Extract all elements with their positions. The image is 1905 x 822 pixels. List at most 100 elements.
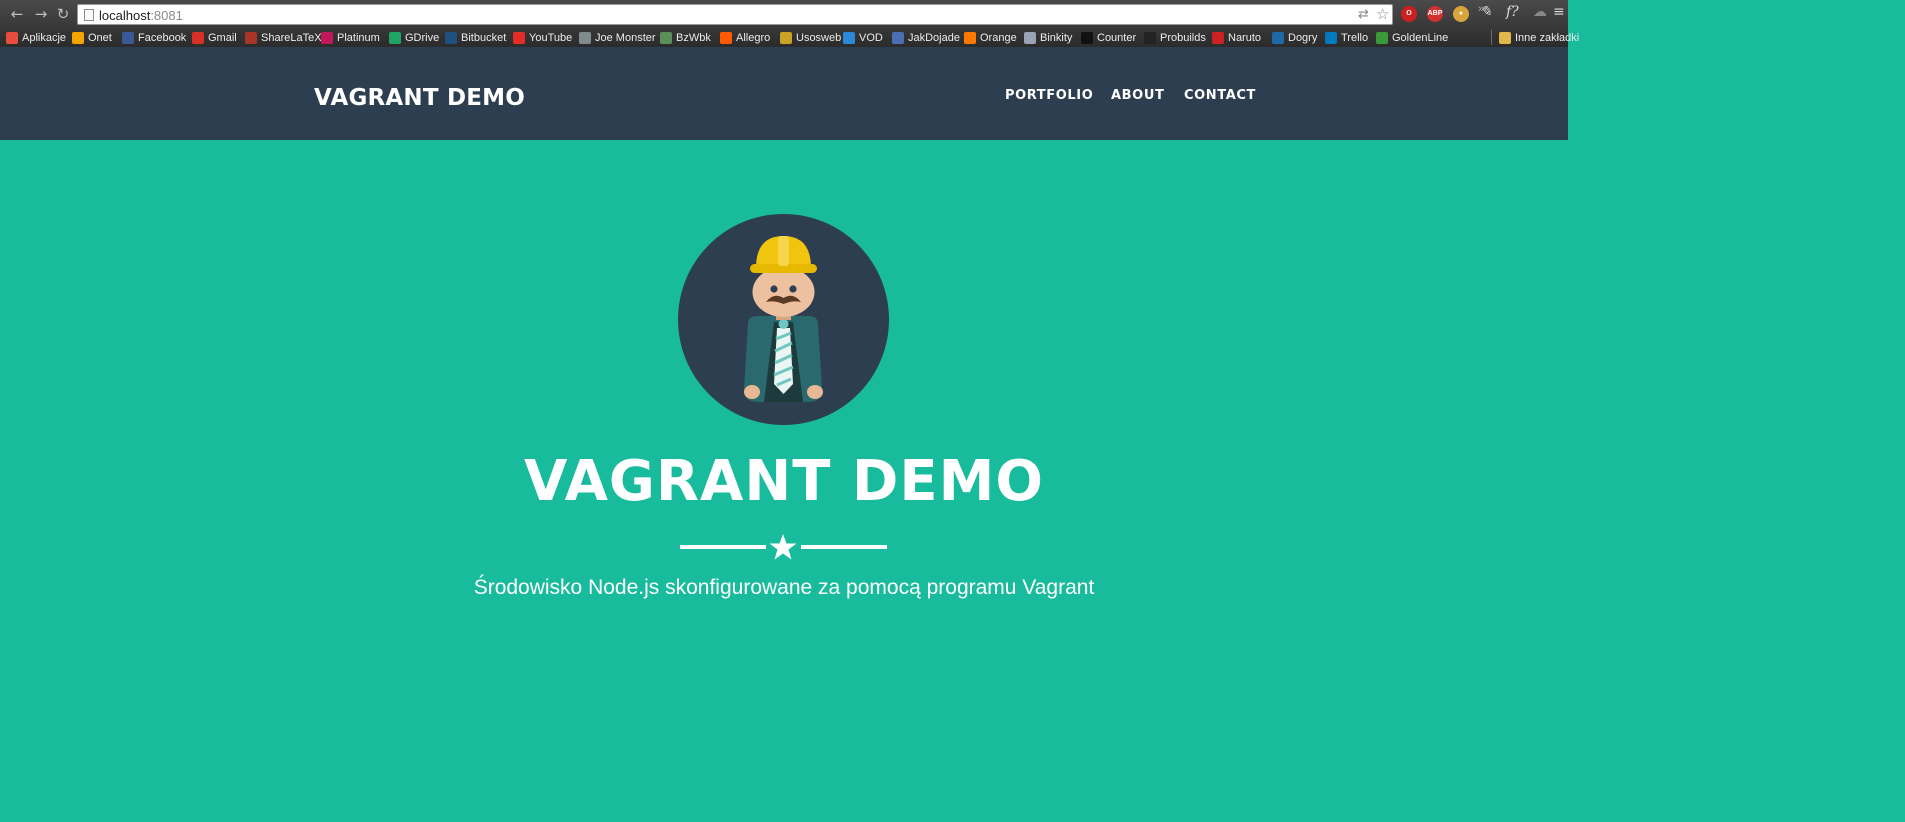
left-hand xyxy=(744,385,760,399)
bookmark-label: Platinum xyxy=(337,31,380,44)
usosweb-icon xyxy=(780,31,792,44)
bookmark-item[interactable]: GoldenLine xyxy=(1376,30,1448,45)
bookmark-label: VOD xyxy=(859,31,883,44)
bookmark-label: Dogry xyxy=(1288,31,1318,44)
divider-line-left xyxy=(680,545,766,549)
extension-bowl-icon[interactable]: ● xyxy=(1453,6,1469,22)
bookmark-label: GDrive xyxy=(405,31,440,44)
bookmark-item[interactable]: BzWbk xyxy=(660,30,711,45)
bookmark-item[interactable]: Allegro xyxy=(720,30,770,45)
bookmark-item[interactable]: Facebook xyxy=(122,30,186,45)
onet-icon xyxy=(72,31,84,44)
youtube-icon xyxy=(513,31,525,44)
bookmark-label: Aplikacje xyxy=(22,31,67,44)
bookmark-label: Naruto xyxy=(1228,31,1262,44)
jakdojade-icon xyxy=(892,31,904,44)
more-bookmarks-chevron-icon[interactable]: » xyxy=(1478,3,1484,15)
bookmark-label: YouTube xyxy=(529,31,573,44)
page-icon xyxy=(84,9,94,21)
bookmark-item[interactable]: GDrive xyxy=(389,30,439,45)
bookmark-item[interactable]: Bitbucket xyxy=(445,30,506,45)
menu-icon[interactable]: ≡ xyxy=(1553,4,1565,20)
bookmark-item[interactable]: Dogry xyxy=(1272,30,1317,45)
reload-button[interactable]: ↻ xyxy=(54,5,72,23)
hero-subtitle: Środowisko Node.js skonfigurowane za pom… xyxy=(473,576,1095,599)
dogry-icon xyxy=(1272,31,1284,44)
other-bookmarks[interactable]: Inne zakładki xyxy=(1499,30,1579,45)
folder-icon xyxy=(1499,31,1511,44)
bookmark-label: Facebook xyxy=(138,31,187,44)
counter-icon xyxy=(1081,31,1093,44)
apps-grid-icon xyxy=(6,31,18,44)
url-host: localhost xyxy=(99,8,151,23)
bookmark-label: Usosweb xyxy=(796,31,842,44)
left-eye xyxy=(770,285,778,293)
bookmark-item[interactable]: Onet xyxy=(72,30,112,45)
bookmark-item[interactable]: VOD xyxy=(843,30,883,45)
platinum-icon xyxy=(321,31,333,44)
bookmark-item[interactable]: ShareLaTeX xyxy=(245,30,322,45)
url-port: :8081 xyxy=(150,8,183,23)
site-navbar: VAGRANT DEMO PORTFOLIO ABOUT CONTACT xyxy=(0,47,1568,140)
allegro-icon xyxy=(720,31,732,44)
other-bookmarks-label: Inne zakładki xyxy=(1515,31,1580,44)
head xyxy=(752,267,815,317)
bookmark-item[interactable]: Platinum xyxy=(321,30,380,45)
browser-chrome: ← → ↻ localhost:8081 ⇄ ☆ O ABP ● ✎ f? ☁ … xyxy=(0,0,1579,47)
hard-hat-ridge xyxy=(778,236,789,266)
bookmark-star-icon[interactable]: ☆ xyxy=(1376,5,1389,23)
nav-link-about[interactable]: ABOUT xyxy=(1111,88,1164,103)
facebook-icon xyxy=(122,31,134,44)
bookmark-item[interactable]: Binkity xyxy=(1024,30,1072,45)
bookmark-item[interactable]: Counter xyxy=(1081,30,1136,45)
adblock-plus-icon[interactable]: ABP xyxy=(1427,6,1443,22)
nav-link-portfolio[interactable]: PORTFOLIO xyxy=(1005,88,1093,103)
bookmark-item[interactable]: YouTube xyxy=(513,30,572,45)
bookmark-label: Allegro xyxy=(736,31,771,44)
bookmark-label: Trello xyxy=(1341,31,1369,44)
forward-button[interactable]: → xyxy=(32,5,50,23)
bookmark-item[interactable]: Joe Monster xyxy=(579,30,656,45)
bookmark-item[interactable]: Trello xyxy=(1325,30,1368,45)
cloud-extension-icon[interactable]: ☁ xyxy=(1533,4,1547,20)
address-url: localhost:8081 xyxy=(99,8,183,23)
star-icon xyxy=(769,534,797,560)
address-bar[interactable]: localhost:8081 ⇄ ☆ xyxy=(77,4,1393,25)
vod-icon xyxy=(843,31,855,44)
bookmark-label: Onet xyxy=(88,31,112,44)
bookmark-label: GoldenLine xyxy=(1392,31,1449,44)
trello-icon xyxy=(1325,31,1337,44)
joemonster-icon xyxy=(579,31,591,44)
bookmark-label: BzWbk xyxy=(676,31,711,44)
bookmark-item[interactable]: JakDojade xyxy=(892,30,960,45)
orange-icon xyxy=(964,31,976,44)
bookmark-item[interactable]: Aplikacje xyxy=(6,30,66,45)
star-divider xyxy=(680,533,887,561)
back-button[interactable]: ← xyxy=(8,5,26,23)
goldenline-icon xyxy=(1376,31,1388,44)
right-eye xyxy=(789,285,797,293)
gmail-icon xyxy=(192,31,204,44)
font-finder-icon[interactable]: f? xyxy=(1506,4,1519,20)
opera-extension-icon[interactable]: O xyxy=(1401,6,1417,22)
bookmark-item[interactable]: Gmail xyxy=(192,30,237,45)
bookmark-item[interactable]: Probuilds xyxy=(1144,30,1206,45)
bookmark-label: Counter xyxy=(1097,31,1137,44)
navbar-brand[interactable]: VAGRANT DEMO xyxy=(314,85,525,111)
bookmark-label: Joe Monster xyxy=(595,31,656,44)
tie-knot xyxy=(778,319,789,329)
nav-link-contact[interactable]: CONTACT xyxy=(1184,88,1256,103)
bookmark-item[interactable]: Naruto xyxy=(1212,30,1261,45)
naruto-icon xyxy=(1212,31,1224,44)
bookmark-item[interactable]: Usosweb xyxy=(780,30,841,45)
divider-line-right xyxy=(801,545,887,549)
bookmark-label: Probuilds xyxy=(1160,31,1206,44)
probuilds-icon xyxy=(1144,31,1156,44)
bookmark-label: Bitbucket xyxy=(461,31,507,44)
right-hand xyxy=(807,385,823,399)
bookmark-item[interactable]: Orange xyxy=(964,30,1017,45)
bookmarks-divider xyxy=(1491,30,1492,45)
bookmark-label: ShareLaTeX xyxy=(261,31,322,44)
bookmark-label: Gmail xyxy=(208,31,237,44)
translate-icon[interactable]: ⇄ xyxy=(1358,7,1369,22)
